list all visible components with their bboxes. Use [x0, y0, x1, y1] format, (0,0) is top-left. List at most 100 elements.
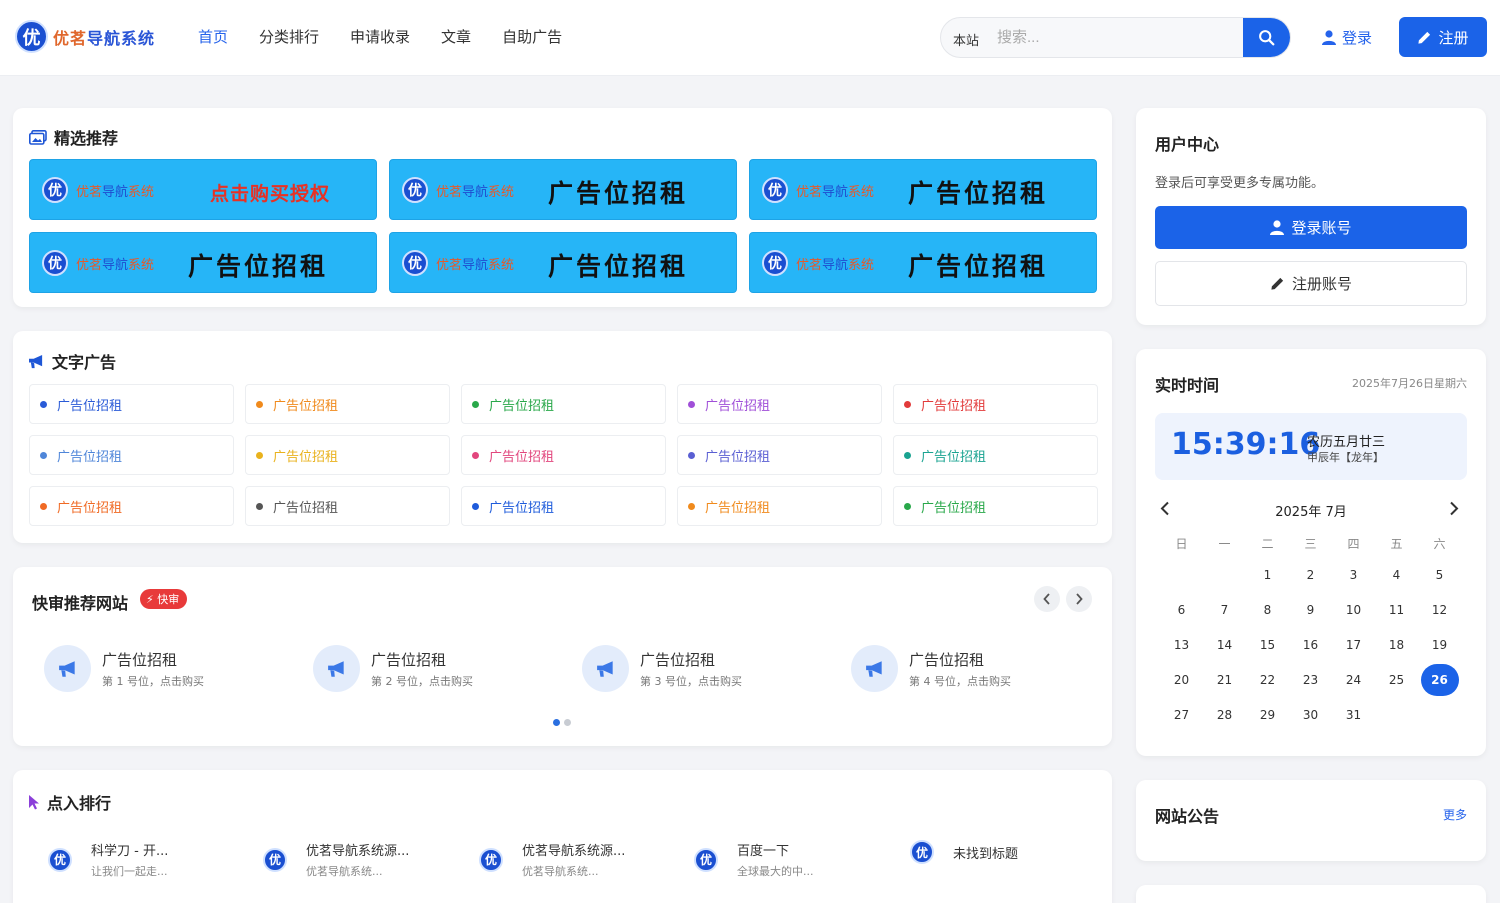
featured-ad[interactable]: 优优茗导航系统 广告位招租	[389, 232, 737, 293]
text-ad-item[interactable]: 广告位招租	[677, 486, 882, 526]
calendar-day[interactable]: 24	[1346, 673, 1361, 687]
text-ad-item[interactable]: 广告位招租	[677, 384, 882, 424]
login-link[interactable]: 登录	[1322, 27, 1372, 48]
text-ads-card: 文字广告 广告位招租 广告位招租 广告位招租 广告位招租 广告位招租 广告位招租 广告位招租…	[13, 331, 1112, 543]
featured-ad[interactable]: 优优茗导航系统 广告位招租	[389, 159, 737, 220]
calendar-day[interactable]: 4	[1393, 568, 1401, 582]
register-button[interactable]: 注册	[1399, 17, 1487, 57]
site-favicon: 优	[263, 847, 287, 872]
carousel-next-button[interactable]	[1066, 586, 1092, 612]
search-input[interactable]	[997, 18, 1237, 57]
carousel-dot[interactable]	[564, 719, 571, 726]
search-scope[interactable]: 本站	[953, 30, 979, 49]
calendar-day[interactable]: 12	[1432, 603, 1447, 617]
calendar-day[interactable]: 22	[1260, 673, 1275, 687]
text-ad-item[interactable]: 广告位招租	[29, 435, 234, 475]
calendar-day[interactable]: 20	[1174, 673, 1189, 687]
notice-more-link[interactable]: 更多	[1443, 806, 1467, 823]
rank-item[interactable]: 优 科学刀 - 开... 让我们一起走...	[48, 840, 168, 879]
fast-review-item[interactable]: 广告位招租第 2 号位，点击购买	[313, 645, 473, 692]
text-ad-item[interactable]: 广告位招租	[893, 384, 1098, 424]
nav-home[interactable]: 首页	[198, 26, 228, 47]
search-button[interactable]	[1243, 18, 1290, 57]
calendar-day[interactable]: 5	[1436, 568, 1444, 582]
calendar-day[interactable]: 1	[1264, 568, 1272, 582]
featured-ad[interactable]: 优优茗导航系统 广告位招租	[749, 232, 1097, 293]
fast-review-item[interactable]: 广告位招租第 3 号位，点击购买	[582, 645, 742, 692]
site-favicon: 优	[910, 840, 934, 864]
featured-ad[interactable]: 优优茗导航系统 广告位招租	[29, 232, 377, 293]
rank-item[interactable]: 优 优茗导航系统源... 优茗导航系统...	[263, 840, 409, 879]
nav-articles[interactable]: 文章	[441, 26, 471, 47]
calendar-day[interactable]: 13	[1174, 638, 1189, 652]
calendar-next-button[interactable]	[1449, 501, 1459, 520]
rank-item[interactable]: 优 未找到标题	[910, 840, 1018, 864]
fast-review-item[interactable]: 广告位招租第 4 号位，点击购买	[851, 645, 1011, 692]
text-ad-item[interactable]: 广告位招租	[677, 435, 882, 475]
calendar-day[interactable]: 2	[1307, 568, 1315, 582]
rank-text: 百度一下全球最大的中...	[737, 840, 814, 879]
text-ad-item[interactable]: 广告位招租	[245, 435, 450, 475]
register-account-button[interactable]: 注册账号	[1155, 261, 1467, 306]
calendar-day[interactable]: 18	[1389, 638, 1404, 652]
text-ad-item[interactable]: 广告位招租	[461, 435, 666, 475]
featured-ad[interactable]: 优优茗导航系统 广告位招租	[749, 159, 1097, 220]
rank-name: 未找到标题	[953, 846, 1019, 862]
fast-review-title: 快审推荐网站	[32, 590, 128, 614]
carousel-dot-active[interactable]	[553, 719, 560, 726]
lunar-date: 农历五月廿三	[1307, 435, 1386, 450]
rank-sub: 全球最大的中...	[737, 865, 814, 878]
calendar-day[interactable]: 16	[1303, 638, 1318, 652]
text-ad-item[interactable]: 广告位招租	[893, 486, 1098, 526]
calendar-day[interactable]: 7	[1221, 603, 1229, 617]
calendar-day[interactable]: 8	[1264, 603, 1272, 617]
nav-self-ads[interactable]: 自助广告	[502, 26, 562, 47]
calendar-day[interactable]: 3	[1350, 568, 1358, 582]
calendar-day[interactable]: 27	[1174, 708, 1189, 722]
notice-card: 网站公告 更多	[1136, 780, 1486, 861]
text-ad-item[interactable]: 广告位招租	[245, 486, 450, 526]
login-account-button[interactable]: 登录账号	[1155, 206, 1467, 249]
featured-ad[interactable]: 优优茗导航系统 点击购买授权	[29, 159, 377, 220]
calendar-day[interactable]: 9	[1307, 603, 1315, 617]
text-ad-label: 广告位招租	[921, 398, 987, 414]
nav-category-rank[interactable]: 分类排行	[259, 26, 319, 47]
rank-name: 百度一下	[737, 844, 790, 859]
carousel-prev-button[interactable]	[1034, 586, 1060, 612]
bullet-dot	[256, 451, 263, 459]
click-rank-title-text: 点入排行	[47, 794, 112, 813]
calendar-day[interactable]: 11	[1389, 603, 1404, 617]
calendar-day[interactable]: 10	[1346, 603, 1361, 617]
fast-review-item[interactable]: 广告位招租第 1 号位，点击购买	[44, 645, 204, 692]
text-ad-item[interactable]: 广告位招租	[893, 435, 1098, 475]
calendar-today[interactable]: 26	[1420, 663, 1459, 696]
calendar-day[interactable]: 30	[1303, 708, 1318, 722]
calendar-day[interactable]: 15	[1260, 638, 1275, 652]
calendar-day[interactable]: 28	[1217, 708, 1232, 722]
text-ad-item[interactable]: 广告位招租	[461, 384, 666, 424]
nav-apply[interactable]: 申请收录	[350, 26, 410, 47]
calendar-day[interactable]: 25	[1389, 673, 1404, 687]
pencil-icon	[1271, 277, 1284, 290]
calendar-day[interactable]: 23	[1303, 673, 1318, 687]
calendar-day[interactable]: 31	[1346, 708, 1361, 722]
calendar-day[interactable]: 14	[1217, 638, 1232, 652]
text-ad-item[interactable]: 广告位招租	[29, 486, 234, 526]
calendar-day[interactable]: 19	[1432, 638, 1447, 652]
calendar-day[interactable]: 29	[1260, 708, 1275, 722]
calendar-day[interactable]: 6	[1178, 603, 1186, 617]
current-date: 2025年7月26日星期六	[1352, 377, 1467, 390]
ad-brand: 优茗导航系统	[796, 181, 874, 200]
fast-review-card: 快审推荐网站 ⚡ 快审 广告位招租第 1 号位，点击购买 广告位招租第 2 号位，…	[13, 567, 1112, 746]
rank-item[interactable]: 优百度一下 全球最大的中...	[694, 840, 814, 879]
site-logo[interactable]: 优 优茗导航系统	[15, 20, 155, 53]
calendar-day[interactable]: 17	[1346, 638, 1361, 652]
text-ad-item[interactable]: 广告位招租	[29, 384, 234, 424]
rank-item[interactable]: 优 优茗导航系统源... 优茗导航系统...	[479, 840, 625, 879]
text-ad-item[interactable]: 广告位招租	[245, 384, 450, 424]
user-center-card: 用户中心 登录后可享受更多专属功能。 登录账号 注册账号	[1136, 108, 1486, 325]
ad-brand-part1: 优茗	[76, 258, 103, 273]
calendar-day[interactable]: 21	[1217, 673, 1232, 687]
text-ad-item[interactable]: 广告位招租	[461, 486, 666, 526]
ad-brand-part2: 导航	[102, 185, 129, 200]
